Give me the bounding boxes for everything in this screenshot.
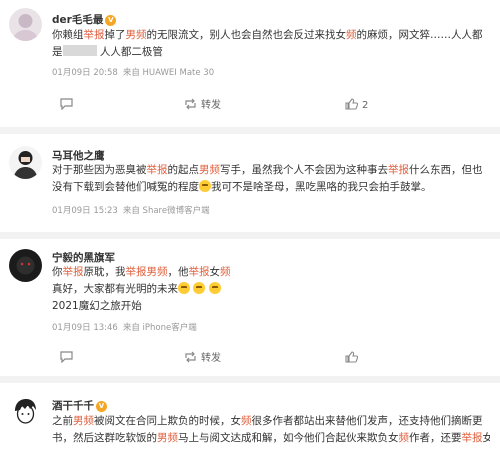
text-line: 真好，大家都有光明的未来: [52, 281, 490, 298]
comment-icon: [60, 98, 73, 111]
emoji-icon: [193, 282, 206, 294]
comment-text: 你赖组举报掉了男频的无限流文，别人也会自然也会反过来找女频的麻烦，网文猝……人人…: [52, 27, 490, 61]
redacted-mask: [62, 45, 97, 56]
keyword-link[interactable]: 男频: [157, 432, 178, 444]
keyword-link[interactable]: 举报: [63, 266, 84, 278]
emoji-icon: [178, 282, 190, 294]
keyword-link[interactable]: 举报: [462, 432, 483, 444]
vip-badge-icon: V: [105, 15, 117, 26]
source-device: 来自 Share微博客户端: [122, 206, 210, 216]
keyword-link[interactable]: 频: [220, 266, 231, 278]
comment-meta: 01月09日 13:46 来自 iPhone客户端: [52, 321, 202, 333]
comment-meta: 01月09日 15:23 来自 Share微博客户端: [52, 204, 215, 216]
keyword-link[interactable]: 举报: [126, 266, 147, 278]
username[interactable]: 宁毅的黑旗军: [52, 250, 115, 265]
source-device: 来自 iPhone客户端: [122, 323, 197, 333]
avatar[interactable]: [9, 8, 42, 41]
reply-button[interactable]: [60, 347, 77, 371]
username[interactable]: der毛毛最 V: [52, 12, 117, 27]
comment-text: 对于那些因为恶臭被举报的起点男频写手，虽然我个人不会因为这种事去举报什么东西，但…: [52, 162, 490, 196]
avatar[interactable]: [9, 146, 42, 179]
comment-text: 你举报原耽，我举报男频，他举报女频 真好，大家都有光明的未来 2021魔幻之旅开…: [52, 264, 490, 315]
text-line: 是 人人都二极管: [52, 45, 163, 58]
text-line: 2021魔幻之旅开始: [52, 300, 142, 312]
username[interactable]: 酒干千千 V: [52, 398, 107, 413]
thumbs-up-icon: [345, 98, 359, 110]
like-button[interactable]: 2: [345, 94, 368, 118]
text-line: 之前男频被阅文在合同上欺负的时候，女频很多作者都站出来替他们发声，还支持他们摘断…: [52, 415, 483, 427]
text-line: 你举报原耽，我举报男频，他举报女频: [52, 266, 231, 278]
keyword-link[interactable]: 举报: [189, 266, 210, 278]
source-device: 来自 HUAWEI Mate 30: [122, 68, 215, 78]
comment-meta: 01月09日 20:58 来自 HUAWEI Mate 30: [52, 66, 219, 78]
like-button[interactable]: [345, 347, 362, 371]
timestamp: 01月09日 20:58: [52, 68, 118, 78]
emoji-icon: [208, 282, 221, 294]
comment-card: 宁毅的黑旗军 你举报原耽，我举报男频，他举报女频 真好，大家都有光明的未来 20…: [0, 239, 500, 376]
repost-button[interactable]: 转发: [184, 94, 221, 118]
comment-text: 之前男频被阅文在合同上欺负的时候，女频很多作者都站出来替他们发声，还支持他们摘断…: [52, 413, 490, 447]
emoji-icon: [199, 180, 211, 192]
avatar[interactable]: [9, 395, 42, 428]
keyword-link[interactable]: 男频: [199, 164, 220, 176]
keyword-link[interactable]: 举报: [147, 164, 168, 176]
keyword-link[interactable]: 举报: [84, 29, 105, 41]
vip-badge-icon: V: [96, 401, 107, 412]
repost-icon: [185, 351, 196, 363]
action-bar: 转发: [0, 347, 500, 371]
comment-icon: [60, 351, 73, 364]
username[interactable]: 马耳他之鹰: [52, 148, 105, 163]
reply-button[interactable]: [60, 94, 77, 118]
timestamp: 01月09日 13:46: [52, 323, 118, 333]
text-line: 书，然后这群吃软饭的男频马上与阅文达成和解，如今他们合起伙来欺负女频作者，还要举…: [52, 432, 490, 444]
avatar[interactable]: [9, 249, 42, 282]
thumbs-up-icon: [345, 351, 359, 363]
text-line: 你赖组举报掉了男频的无限流文，别人也会自然也会反过来找女频的麻烦，网文猝……人人…: [52, 29, 483, 41]
repost-button[interactable]: 转发: [184, 347, 221, 371]
comment-feed: der毛毛最 V 你赖组举报掉了男频的无限流文，别人也会自然也会反过来找女频的麻烦…: [0, 0, 500, 452]
keyword-link[interactable]: 频: [399, 432, 410, 444]
keyword-link[interactable]: 男频: [147, 266, 168, 278]
comment-card: 酒干千千 V 之前男频被阅文在合同上欺负的时候，女频很多作者都站出来替他们发声，还…: [0, 383, 500, 452]
text-line: 没有下载到会替他们喊冤的程度 我可不是啥圣母，黑吃黑咯的我只会拍手鼓掌。: [52, 180, 432, 193]
keyword-link[interactable]: 频: [241, 415, 252, 427]
keyword-link[interactable]: 男频: [126, 29, 147, 41]
comment-card: 马耳他之鹰 对于那些因为恶臭被举报的起点男频写手，虽然我个人不会因为这种事去举报…: [0, 134, 500, 232]
comment-card: der毛毛最 V 你赖组举报掉了男频的无限流文，别人也会自然也会反过来找女频的麻烦…: [0, 0, 500, 127]
keyword-link[interactable]: 男频: [73, 415, 94, 427]
action-bar: 转发 2: [0, 94, 500, 118]
repost-icon: [185, 98, 196, 110]
timestamp: 01月09日 15:23: [52, 206, 118, 216]
keyword-link[interactable]: 举报: [388, 164, 409, 176]
keyword-link[interactable]: 频: [346, 29, 357, 41]
text-line: 对于那些因为恶臭被举报的起点男频写手，虽然我个人不会因为这种事去举报什么东西，但…: [52, 164, 483, 176]
